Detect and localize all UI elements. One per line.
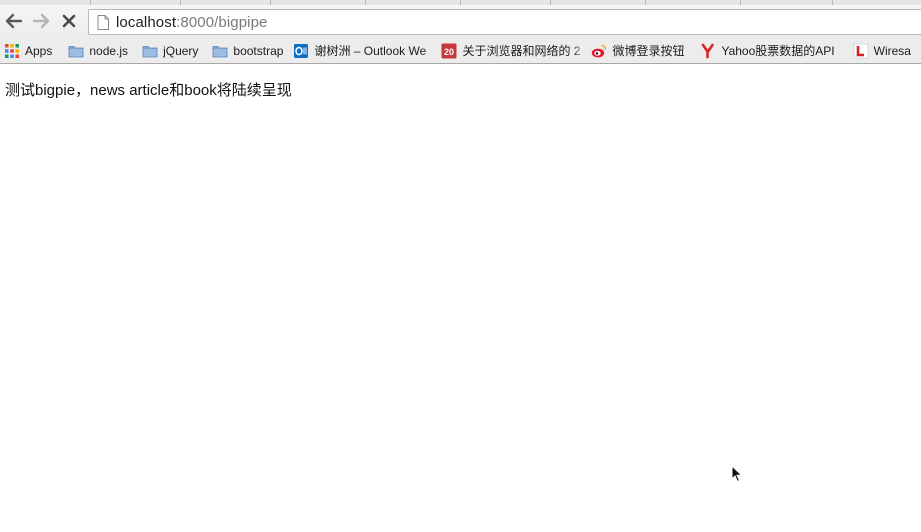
bookmark-folder-jquery[interactable]: jQuery [138, 40, 204, 62]
bookmark-label: 关于浏览器和网络的 2 [462, 44, 581, 58]
outlook-icon [294, 43, 309, 58]
address-bar[interactable]: localhost:8000/bigpipe [88, 9, 921, 35]
bookmark-wireshark[interactable]: Wiresa [849, 40, 917, 62]
bookmark-apps[interactable]: Apps [0, 40, 58, 62]
mouse-cursor-icon [731, 465, 743, 483]
url-path: :8000/bigpipe [176, 13, 268, 31]
forward-arrow-icon [32, 13, 50, 29]
bookmarks-bar: Apps node.js jQuery bootstrap 谢树洲 – Outl… [0, 38, 921, 64]
folder-icon [213, 45, 228, 57]
apps-grid-icon [5, 43, 19, 58]
bookmark-label: bootstrap [233, 43, 284, 58]
forward-button[interactable] [28, 8, 54, 34]
browser-window: localhost:8000/bigpipe Apps node.js jQue [0, 0, 921, 532]
close-x-icon [62, 14, 76, 28]
bookmark-weibo-login[interactable]: 微博登录按钮 [587, 40, 690, 62]
yahoo-icon [702, 43, 715, 58]
folder-icon [142, 45, 158, 57]
bookmark-label: Yahoo股票数据的API [721, 44, 835, 58]
bookmark-folder-bootstrap[interactable]: bootstrap [208, 40, 289, 62]
page-content: 测试bigpie，news article和book将陆续呈现 [0, 65, 921, 532]
back-button[interactable] [1, 8, 27, 34]
calendar-icon-number: 20 [444, 46, 454, 56]
url-host: localhost [116, 13, 177, 31]
url-text[interactable]: localhost:8000/bigpipe [116, 14, 268, 31]
bookmark-yahoo-stock-api[interactable]: Yahoo股票数据的API [696, 40, 840, 62]
bookmark-label: node.js [89, 43, 129, 58]
stop-button[interactable] [56, 8, 82, 34]
folder-icon [68, 45, 84, 57]
page-icon [97, 14, 109, 30]
calendar-icon: 20 [441, 43, 457, 58]
l-logo-icon [853, 43, 869, 58]
toolbar: localhost:8000/bigpipe [0, 5, 921, 38]
page-text: 测试bigpie，news article和book将陆续呈现 [5, 82, 292, 99]
bookmark-label: 谢树洲 – Outlook We [314, 44, 427, 58]
bookmark-label: Apps [25, 43, 53, 58]
back-arrow-icon [5, 13, 23, 29]
bookmark-label: 微博登录按钮 [612, 44, 685, 58]
bookmark-browser-network[interactable]: 20 关于浏览器和网络的 2 [437, 39, 588, 62]
bookmark-label: Wiresa [873, 43, 911, 58]
bookmark-label: jQuery [163, 43, 199, 58]
weibo-icon [592, 44, 607, 57]
bookmark-outlook[interactable]: 谢树洲 – Outlook We [289, 39, 438, 62]
bookmark-folder-nodejs[interactable]: node.js [64, 40, 134, 62]
